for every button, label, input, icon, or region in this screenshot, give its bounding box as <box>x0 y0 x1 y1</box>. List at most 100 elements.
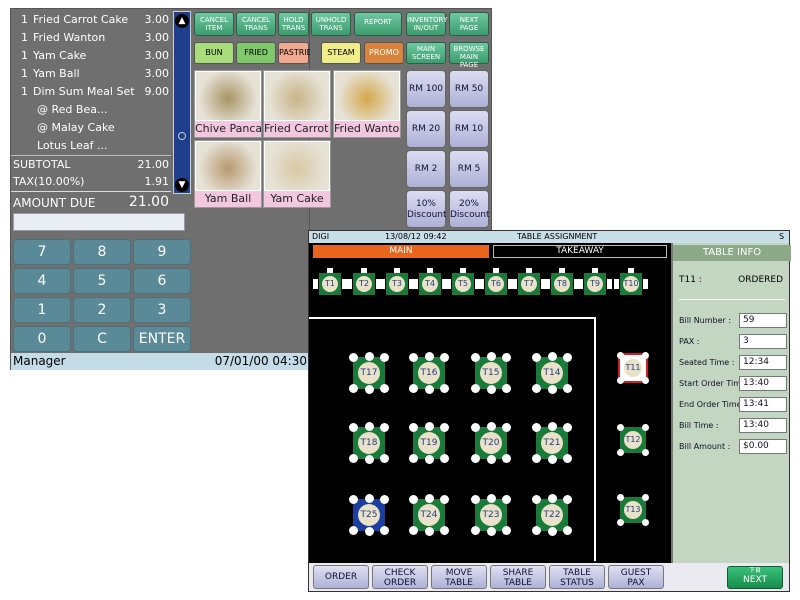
table-seat <box>563 423 572 432</box>
cash-rm50-button[interactable]: RM 50 <box>449 70 489 108</box>
keypad-clear[interactable]: C <box>73 326 131 352</box>
table-t6[interactable]: T6 <box>479 268 513 295</box>
pos-status-bar: Manager 07/01/00 04:30 <box>11 353 309 370</box>
order-row[interactable]: 1 Fried Wanton 3.00 <box>11 31 171 49</box>
table-t12[interactable]: T12 <box>617 424 649 456</box>
table-seat <box>547 422 557 431</box>
table-t10[interactable]: T10 <box>614 268 648 295</box>
browse-main-page-button[interactable]: BROWSE MAIN PAGE <box>449 42 489 69</box>
category-bun[interactable]: BUN <box>194 42 234 64</box>
order-row[interactable]: 1 Yam Ball 3.00 <box>11 67 171 85</box>
category-fried[interactable]: FRIED <box>236 42 276 64</box>
keypad-2[interactable]: 2 <box>73 297 131 323</box>
keypad-4[interactable]: 4 <box>13 268 71 294</box>
keypad-0[interactable]: 0 <box>13 326 71 352</box>
table-t18[interactable]: T18 <box>349 422 389 464</box>
table-seat <box>502 454 511 463</box>
table-t14[interactable]: T14 <box>532 352 572 394</box>
check-order-button[interactable]: CHECK ORDER <box>372 565 428 589</box>
amount-input[interactable] <box>13 213 185 231</box>
main-screen-button[interactable]: MAIN SCREEN <box>406 42 446 64</box>
table-t8[interactable]: T8 <box>545 268 579 295</box>
table-t7[interactable]: T7 <box>512 268 546 295</box>
product-yam-cake[interactable]: Yam Cake <box>263 140 331 208</box>
discount-10-button[interactable]: 10% Discount <box>406 190 447 228</box>
cash-rm10-button[interactable]: RM 10 <box>449 110 489 148</box>
table-t13[interactable]: T13 <box>617 494 649 526</box>
order-row[interactable]: @ Red Bea... <box>11 103 171 121</box>
table-t5[interactable]: T5 <box>446 268 480 295</box>
table-t1[interactable]: T1 <box>313 268 347 295</box>
table-t21[interactable]: T21 <box>532 422 572 464</box>
cash-rm100-button[interactable]: RM 100 <box>406 70 446 108</box>
keypad-5[interactable]: 5 <box>73 268 131 294</box>
table-t22[interactable]: T22 <box>532 494 572 536</box>
order-price: 3.00 <box>144 31 170 44</box>
table-t16[interactable]: T16 <box>409 352 449 394</box>
cancel-item-button[interactable]: CANCEL ITEM <box>194 12 234 36</box>
product-label: Fried Carrot Cake <box>264 121 330 137</box>
guest-pax-button[interactable]: GUEST PAX <box>608 565 664 589</box>
product-fried-wanton[interactable]: Fried Wanton <box>333 70 401 138</box>
table-t25[interactable]: T25 <box>349 494 389 536</box>
table-seat <box>642 377 649 384</box>
product-yam-ball[interactable]: Yam Ball <box>194 140 262 208</box>
order-row[interactable]: 1 Fried Carrot Cake 3.00 <box>11 13 171 31</box>
share-table-button[interactable]: SHARE TABLE <box>490 565 546 589</box>
button-line: MAIN <box>416 45 436 53</box>
hold-trans-button[interactable]: HOLD TRANS <box>278 12 309 36</box>
table-t11[interactable]: T11 <box>617 352 649 384</box>
keypad-9[interactable]: 9 <box>133 239 191 265</box>
scroll-thumb[interactable] <box>178 132 186 140</box>
keypad-3[interactable]: 3 <box>133 297 191 323</box>
table-t2[interactable]: T2 <box>347 268 381 295</box>
cash-rm20-button[interactable]: RM 20 <box>406 110 446 148</box>
table-label: T2 <box>356 276 372 292</box>
scroll-up-icon[interactable]: ▲ <box>175 14 189 28</box>
table-seat <box>471 454 480 463</box>
keypad-6[interactable]: 6 <box>133 268 191 294</box>
move-table-button[interactable]: MOVE TABLE <box>431 565 487 589</box>
unhold-trans-button[interactable]: UNHOLD TRANS <box>311 12 351 36</box>
table-t4[interactable]: T4 <box>413 268 447 295</box>
table-seat <box>349 454 358 463</box>
order-row[interactable]: @ Malay Cake <box>11 121 171 139</box>
keypad-8[interactable]: 8 <box>73 239 131 265</box>
next-page-button[interactable]: NEXT PAGE <box>449 12 489 36</box>
next-button[interactable]: 下頁 NEXT <box>727 566 783 589</box>
table-t3[interactable]: T3 <box>380 268 414 295</box>
order-row[interactable]: 1 Dim Sum Meal Set 9.00 <box>11 85 171 103</box>
category-steam[interactable]: STEAM <box>321 42 361 64</box>
order-row[interactable]: 1 Yam Cake 3.00 <box>11 49 171 67</box>
table-t17[interactable]: T17 <box>349 352 389 394</box>
tab-main[interactable]: MAIN <box>313 245 489 258</box>
tax-value: 1.91 <box>144 175 170 188</box>
order-scrollbar[interactable]: ▲ ▼ <box>173 11 191 194</box>
inventory-button[interactable]: INVENTORY IN/OUT <box>406 12 447 36</box>
table-t9[interactable]: T9 <box>578 268 612 295</box>
product-fried-carrot-cake[interactable]: Fried Carrot Cake <box>263 70 331 138</box>
table-status-button[interactable]: TABLE STATUS <box>549 565 605 589</box>
table-t23[interactable]: T23 <box>471 494 511 536</box>
order-button[interactable]: ORDER <box>313 565 369 589</box>
cancel-trans-button[interactable]: CANCEL TRANS <box>236 12 276 36</box>
keypad-7[interactable]: 7 <box>13 239 71 265</box>
product-chive-pancake[interactable]: Chive Pancake <box>194 70 262 138</box>
info-label: Seated Time : <box>679 358 735 367</box>
cash-rm2-button[interactable]: RM 2 <box>406 150 446 188</box>
table-t19[interactable]: T19 <box>409 422 449 464</box>
keypad-enter[interactable]: ENTER <box>133 326 191 352</box>
table-t24[interactable]: T24 <box>409 494 449 536</box>
discount-20-button[interactable]: 20% Discount <box>449 190 490 228</box>
table-t20[interactable]: T20 <box>471 422 511 464</box>
category-promo[interactable]: PROMO <box>364 42 404 64</box>
scroll-down-icon[interactable]: ▼ <box>175 178 189 192</box>
report-button[interactable]: REPORT <box>354 12 402 36</box>
table-t15[interactable]: T15 <box>471 352 511 394</box>
table-seat <box>394 268 400 273</box>
tab-takeaway[interactable]: TAKEAWAY <box>493 245 667 258</box>
cash-rm5-button[interactable]: RM 5 <box>449 150 489 188</box>
table-label: T7 <box>521 276 537 292</box>
keypad-1[interactable]: 1 <box>13 297 71 323</box>
category-pastries[interactable]: PASTRIES <box>278 42 317 64</box>
